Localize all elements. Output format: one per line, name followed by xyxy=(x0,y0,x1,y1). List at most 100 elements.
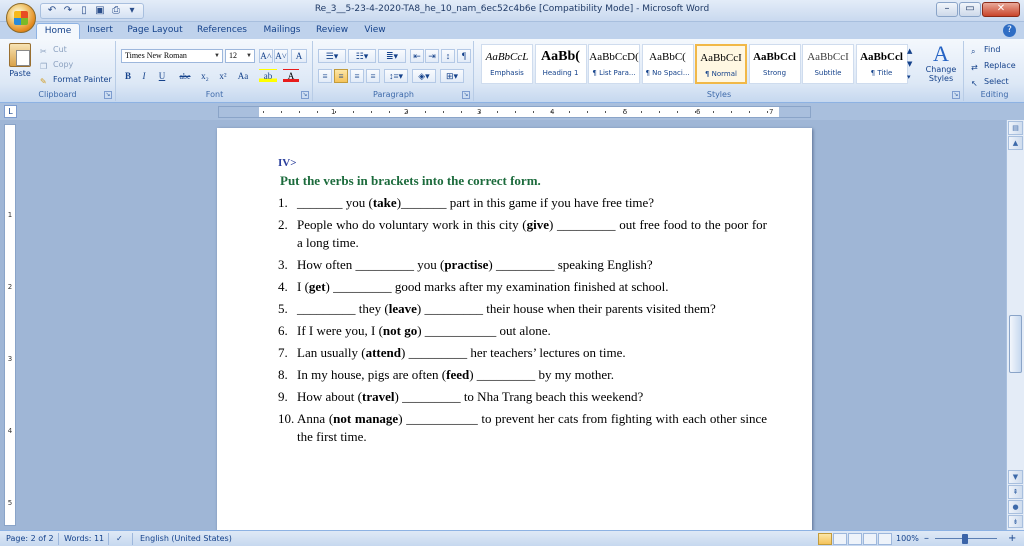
horizontal-ruler[interactable]: 1234567 xyxy=(218,106,811,118)
minimize-button[interactable]: – xyxy=(936,2,958,17)
zoom-slider-thumb[interactable] xyxy=(962,534,968,544)
web-layout-view-button[interactable] xyxy=(848,533,862,545)
shading-button[interactable]: ◈▾ xyxy=(412,69,436,83)
tab-view[interactable]: View xyxy=(358,23,392,39)
outline-view-button[interactable] xyxy=(863,533,877,545)
font-size-select[interactable]: 12 ▼ xyxy=(225,49,255,63)
sort-button[interactable]: ↕ xyxy=(441,49,455,63)
style-normal[interactable]: AaBbCcI ¶ Normal xyxy=(695,44,747,84)
style-list-para[interactable]: AaBbCcD(¶ List Para... xyxy=(588,44,640,84)
tab-home[interactable]: Home xyxy=(36,23,80,39)
proofing-icon[interactable]: ✓ xyxy=(116,533,123,545)
question-item[interactable]: 4. I (get) _________ good marks after my … xyxy=(278,278,767,296)
tab-references[interactable]: References xyxy=(194,23,250,39)
zoom-out-button[interactable]: – xyxy=(924,533,929,545)
gallery-scroll-up[interactable]: ▲ xyxy=(907,45,912,57)
clear-formatting-button[interactable]: A xyxy=(291,49,307,63)
style-heading-1[interactable]: AaBb(Heading 1 xyxy=(534,44,587,84)
bullets-button[interactable]: ☰▾ xyxy=(318,49,346,63)
numbering-button[interactable]: ☷▾ xyxy=(348,49,376,63)
multilevel-list-button[interactable]: ≣▾ xyxy=(378,49,406,63)
highlight-button[interactable]: ab xyxy=(259,69,277,83)
tab-selector[interactable]: L xyxy=(4,105,17,118)
print-layout-view-button[interactable] xyxy=(818,533,832,545)
style-strong[interactable]: AaBbCcl Strong xyxy=(748,44,801,84)
borders-button[interactable]: ⊞▾ xyxy=(440,69,464,83)
question-item[interactable]: 2. People who do voluntary work in this c… xyxy=(278,216,767,252)
font-family-select[interactable]: Times New Roman ▼ xyxy=(121,49,223,63)
question-item[interactable]: 3. How often _________ you (practise) ___… xyxy=(278,256,767,274)
scroll-up-button[interactable]: ▲ xyxy=(1008,136,1023,150)
bold-button[interactable]: B xyxy=(121,69,135,83)
decrease-indent-button[interactable]: ⇤ xyxy=(410,49,424,63)
replace-button[interactable]: ⇄ Replace xyxy=(971,60,1016,72)
paragraph-launcher-icon[interactable]: ↘ xyxy=(462,91,470,99)
question-item[interactable]: 1. _______ you (take)_______ part in this… xyxy=(278,194,767,212)
change-styles-button[interactable]: A Change Styles xyxy=(921,43,961,84)
next-page-button[interactable]: ⇟ xyxy=(1008,515,1023,528)
line-spacing-button[interactable]: ↕≡▾ xyxy=(384,69,408,83)
help-icon[interactable]: ? xyxy=(1003,24,1016,37)
question-item[interactable]: 8. In my house, pigs are often (feed) ___… xyxy=(278,366,767,384)
office-button[interactable] xyxy=(6,3,36,33)
font-color-button[interactable]: A xyxy=(283,69,299,83)
clipboard-launcher-icon[interactable]: ↘ xyxy=(104,91,112,99)
question-item[interactable]: 6. If I were you, I (not go) ___________ … xyxy=(278,322,767,340)
question-item[interactable]: 7. Lan usually (attend) _________ her tea… xyxy=(278,344,767,362)
tab-insert[interactable]: Insert xyxy=(82,23,118,39)
gallery-scroll-down[interactable]: ▼ xyxy=(907,58,912,70)
align-left-button[interactable]: ≡ xyxy=(318,69,332,83)
styles-launcher-icon[interactable]: ↘ xyxy=(952,91,960,99)
grow-font-button[interactable]: A˄ xyxy=(259,49,273,63)
style-emphasis[interactable]: AaBbCcL Emphasis xyxy=(481,44,533,84)
show-formatting-button[interactable]: ¶ xyxy=(457,49,471,63)
change-case-button[interactable]: Aa xyxy=(233,69,253,83)
superscript-button[interactable]: x² xyxy=(215,69,231,83)
scroll-thumb[interactable] xyxy=(1009,315,1022,373)
find-button[interactable]: ⌕ Find xyxy=(971,44,1000,56)
question-item[interactable]: 10. Anna (not manage) ___________ to prev… xyxy=(278,410,767,446)
increase-indent-button[interactable]: ⇥ xyxy=(425,49,439,63)
document-page[interactable]: IV> Put the verbs in brackets into the c… xyxy=(217,128,812,530)
style-title[interactable]: AaBbCcl ¶ Title xyxy=(855,44,908,84)
zoom-level[interactable]: 100% xyxy=(896,533,919,545)
align-center-button[interactable]: ≡ xyxy=(334,69,348,83)
word-count[interactable]: Words: 11 xyxy=(64,533,104,545)
draft-view-button[interactable] xyxy=(878,533,892,545)
tab-page-layout[interactable]: Page Layout xyxy=(124,23,186,39)
copy-button[interactable]: ❐ Copy xyxy=(40,59,73,71)
question-number: 8. xyxy=(278,367,288,382)
paste-button[interactable]: Paste xyxy=(4,43,36,87)
strikethrough-button[interactable]: abe xyxy=(175,69,195,83)
page-count[interactable]: Page: 2 of 2 xyxy=(6,533,54,545)
font-launcher-icon[interactable]: ↘ xyxy=(301,91,309,99)
cut-button[interactable]: ✂ Cut xyxy=(40,44,67,56)
question-item[interactable]: 5. _________ they (leave) _________ their… xyxy=(278,300,767,318)
format-painter-button[interactable]: ✎ Format Painter xyxy=(40,74,112,86)
vertical-ruler[interactable]: 1 2 3 4 5 xyxy=(4,124,16,526)
justify-button[interactable]: ≡ xyxy=(366,69,380,83)
zoom-in-button[interactable]: + xyxy=(1008,533,1016,545)
gallery-more[interactable]: ▾ xyxy=(907,71,911,83)
previous-page-button[interactable]: ⇞ xyxy=(1008,485,1023,499)
full-screen-reading-view-button[interactable] xyxy=(833,533,847,545)
scroll-down-button[interactable]: ▼ xyxy=(1008,470,1023,484)
select-browse-object-button[interactable]: ● xyxy=(1008,500,1023,514)
document-body[interactable]: IV> Put the verbs in brackets into the c… xyxy=(278,154,767,450)
tab-mailings[interactable]: Mailings xyxy=(258,23,306,39)
maximize-button[interactable]: ▭ xyxy=(959,2,981,17)
subscript-button[interactable]: x₂ xyxy=(197,69,213,83)
vertical-scrollbar[interactable]: ▤ ▲ ▼ ⇞ ● ⇟ xyxy=(1006,120,1024,530)
select-button[interactable]: ↖ Select xyxy=(971,76,1009,88)
shrink-font-button[interactable]: A˅ xyxy=(274,49,288,63)
style-subtitle[interactable]: AaBbCcI Subtitle xyxy=(802,44,854,84)
underline-button[interactable]: U xyxy=(153,69,171,83)
close-button[interactable]: ✕ xyxy=(982,2,1020,17)
language-indicator[interactable]: English (United States) xyxy=(140,533,232,545)
question-item[interactable]: 9. How about (travel) _________ to Nha Tr… xyxy=(278,388,767,406)
ruler-toggle-icon[interactable]: ▤ xyxy=(1008,121,1023,135)
style-no-spaci[interactable]: AaBbC(¶ No Spaci... xyxy=(641,44,694,84)
tab-review[interactable]: Review xyxy=(312,23,352,39)
italic-button[interactable]: I xyxy=(137,69,151,83)
align-right-button[interactable]: ≡ xyxy=(350,69,364,83)
